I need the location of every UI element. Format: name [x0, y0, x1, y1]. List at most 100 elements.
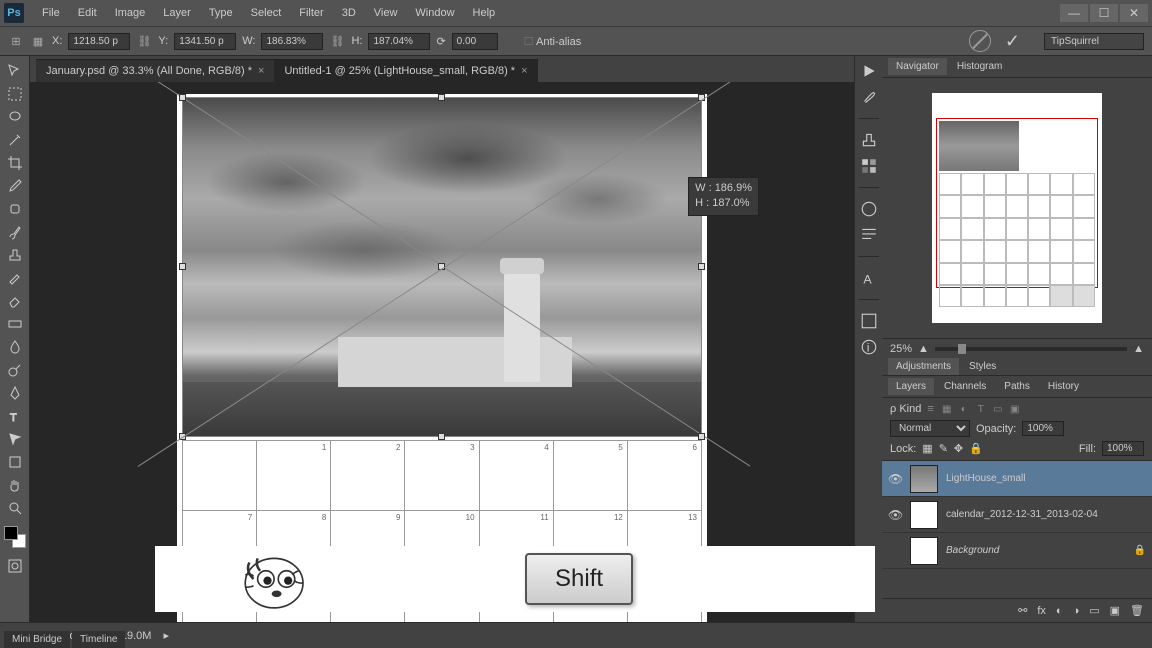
- maximize-button[interactable]: ☐: [1090, 4, 1118, 22]
- menu-view[interactable]: View: [366, 3, 406, 23]
- character-icon[interactable]: A: [860, 269, 878, 287]
- tab-channels[interactable]: Channels: [936, 378, 994, 395]
- tab-paths[interactable]: Paths: [996, 378, 1038, 395]
- layer-fx-icon[interactable]: fx: [1037, 605, 1046, 617]
- document-tab-1[interactable]: January.psd @ 33.3% (All Done, RGB/8) *×: [36, 59, 274, 82]
- menu-image[interactable]: Image: [107, 3, 154, 23]
- lock-position-icon[interactable]: ✥: [954, 442, 963, 455]
- gradient-tool[interactable]: [2, 313, 28, 335]
- close-button[interactable]: ✕: [1120, 4, 1148, 22]
- blend-mode-select[interactable]: Normal: [890, 420, 970, 437]
- tab-adjustments[interactable]: Adjustments: [888, 358, 959, 375]
- navigator-zoom-slider[interactable]: [935, 347, 1127, 351]
- lock-all-icon[interactable]: 🔒: [969, 442, 983, 455]
- menu-filter[interactable]: Filter: [291, 3, 331, 23]
- h-input[interactable]: [368, 33, 430, 50]
- brush-preset-icon[interactable]: [860, 88, 878, 106]
- filter-type-icon[interactable]: T: [974, 402, 988, 416]
- menu-select[interactable]: Select: [243, 3, 290, 23]
- layer-item[interactable]: 👁 calendar_2012-12-31_2013-02-04: [882, 497, 1152, 533]
- zoom-in-icon[interactable]: ▲: [1133, 343, 1144, 355]
- new-fill-icon[interactable]: ◑: [1073, 605, 1080, 617]
- dodge-tool[interactable]: [2, 359, 28, 381]
- foreground-color[interactable]: [4, 526, 18, 540]
- menu-3d[interactable]: 3D: [334, 3, 364, 23]
- type-tool[interactable]: T: [2, 405, 28, 427]
- canvas-viewport[interactable]: 1 2 3 4 5 6 7 8 9 10 11 12 13: [30, 82, 854, 622]
- zoom-tool[interactable]: [2, 497, 28, 519]
- tab-histogram[interactable]: Histogram: [949, 58, 1011, 75]
- antialias-checkbox[interactable]: ☐ Anti-alias: [524, 35, 582, 48]
- play-icon[interactable]: [860, 62, 878, 80]
- close-tab-icon[interactable]: ×: [521, 65, 527, 77]
- filter-smart-icon[interactable]: ▣: [1008, 402, 1022, 416]
- menu-file[interactable]: File: [34, 3, 68, 23]
- tab-mini-bridge[interactable]: Mini Bridge: [4, 631, 70, 648]
- minimize-button[interactable]: —: [1060, 4, 1088, 22]
- fill-input[interactable]: [1102, 441, 1144, 456]
- heal-tool[interactable]: [2, 198, 28, 220]
- x-input[interactable]: [68, 33, 130, 50]
- color-icon[interactable]: [860, 200, 878, 218]
- pen-tool[interactable]: [2, 382, 28, 404]
- cancel-transform-icon[interactable]: [969, 30, 991, 52]
- clone-source-icon[interactable]: [860, 131, 878, 149]
- lock-transparency-icon[interactable]: ▦: [922, 442, 932, 455]
- layer-thumbnail[interactable]: [910, 537, 938, 565]
- help-search-input[interactable]: [1044, 33, 1144, 50]
- hand-tool[interactable]: [2, 474, 28, 496]
- layer-name[interactable]: calendar_2012-12-31_2013-02-04: [946, 509, 1146, 520]
- move-tool[interactable]: [2, 60, 28, 82]
- commit-transform-icon[interactable]: ✓: [1005, 31, 1020, 52]
- tab-history[interactable]: History: [1040, 378, 1087, 395]
- document-canvas[interactable]: 1 2 3 4 5 6 7 8 9 10 11 12 13: [177, 94, 707, 622]
- tab-layers[interactable]: Layers: [888, 378, 934, 395]
- reference-point-icon[interactable]: ▦: [30, 33, 46, 49]
- crop-tool[interactable]: [2, 152, 28, 174]
- link-layers-icon[interactable]: ⚯: [1018, 604, 1027, 617]
- layer-name[interactable]: Background: [946, 545, 1126, 556]
- layer-item[interactable]: 👁 LightHouse_small: [882, 461, 1152, 497]
- status-arrow-icon[interactable]: ▸: [163, 629, 169, 642]
- menu-layer[interactable]: Layer: [155, 3, 199, 23]
- brush-tool[interactable]: [2, 221, 28, 243]
- close-tab-icon[interactable]: ×: [258, 65, 264, 77]
- delete-layer-icon[interactable]: 🗑: [1130, 604, 1144, 617]
- layer-filter-icons[interactable]: ▦ ◐ T ▭ ▣: [940, 402, 1022, 416]
- link-wh-icon[interactable]: ⛓: [329, 33, 345, 49]
- menu-edit[interactable]: Edit: [70, 3, 105, 23]
- quickmask-toggle[interactable]: [2, 555, 28, 577]
- visibility-icon[interactable]: 👁: [888, 508, 902, 522]
- opacity-input[interactable]: [1022, 421, 1064, 436]
- w-input[interactable]: [261, 33, 323, 50]
- new-group-icon[interactable]: ▭: [1089, 604, 1099, 617]
- lock-pixels-icon[interactable]: ✎: [939, 442, 948, 455]
- layer-filter-kind[interactable]: ρ Kind: [890, 403, 921, 415]
- stamp-tool[interactable]: [2, 244, 28, 266]
- history-brush-tool[interactable]: [2, 267, 28, 289]
- shape-tool[interactable]: [2, 451, 28, 473]
- paragraph-icon[interactable]: [860, 226, 878, 244]
- wand-tool[interactable]: [2, 129, 28, 151]
- menu-help[interactable]: Help: [465, 3, 504, 23]
- menu-type[interactable]: Type: [201, 3, 241, 23]
- color-swatches[interactable]: [4, 526, 26, 548]
- zoom-out-icon[interactable]: ▲: [918, 343, 929, 355]
- filter-pixel-icon[interactable]: ▦: [940, 402, 954, 416]
- lasso-tool[interactable]: [2, 106, 28, 128]
- eraser-tool[interactable]: [2, 290, 28, 312]
- visibility-icon[interactable]: 👁: [888, 472, 902, 486]
- filter-shape-icon[interactable]: ▭: [991, 402, 1005, 416]
- layer-thumbnail[interactable]: [910, 465, 938, 493]
- layer-thumbnail[interactable]: [910, 501, 938, 529]
- document-tab-2[interactable]: Untitled-1 @ 25% (LightHouse_small, RGB/…: [274, 59, 537, 82]
- tab-timeline[interactable]: Timeline: [72, 631, 125, 648]
- y-input[interactable]: [174, 33, 236, 50]
- path-tool[interactable]: [2, 428, 28, 450]
- layer-item[interactable]: Background 🔒: [882, 533, 1152, 569]
- filter-adjustment-icon[interactable]: ◐: [957, 402, 971, 416]
- tab-navigator[interactable]: Navigator: [888, 58, 947, 75]
- swatches-icon[interactable]: [860, 157, 878, 175]
- marquee-tool[interactable]: [2, 83, 28, 105]
- navigator-panel[interactable]: [882, 78, 1152, 338]
